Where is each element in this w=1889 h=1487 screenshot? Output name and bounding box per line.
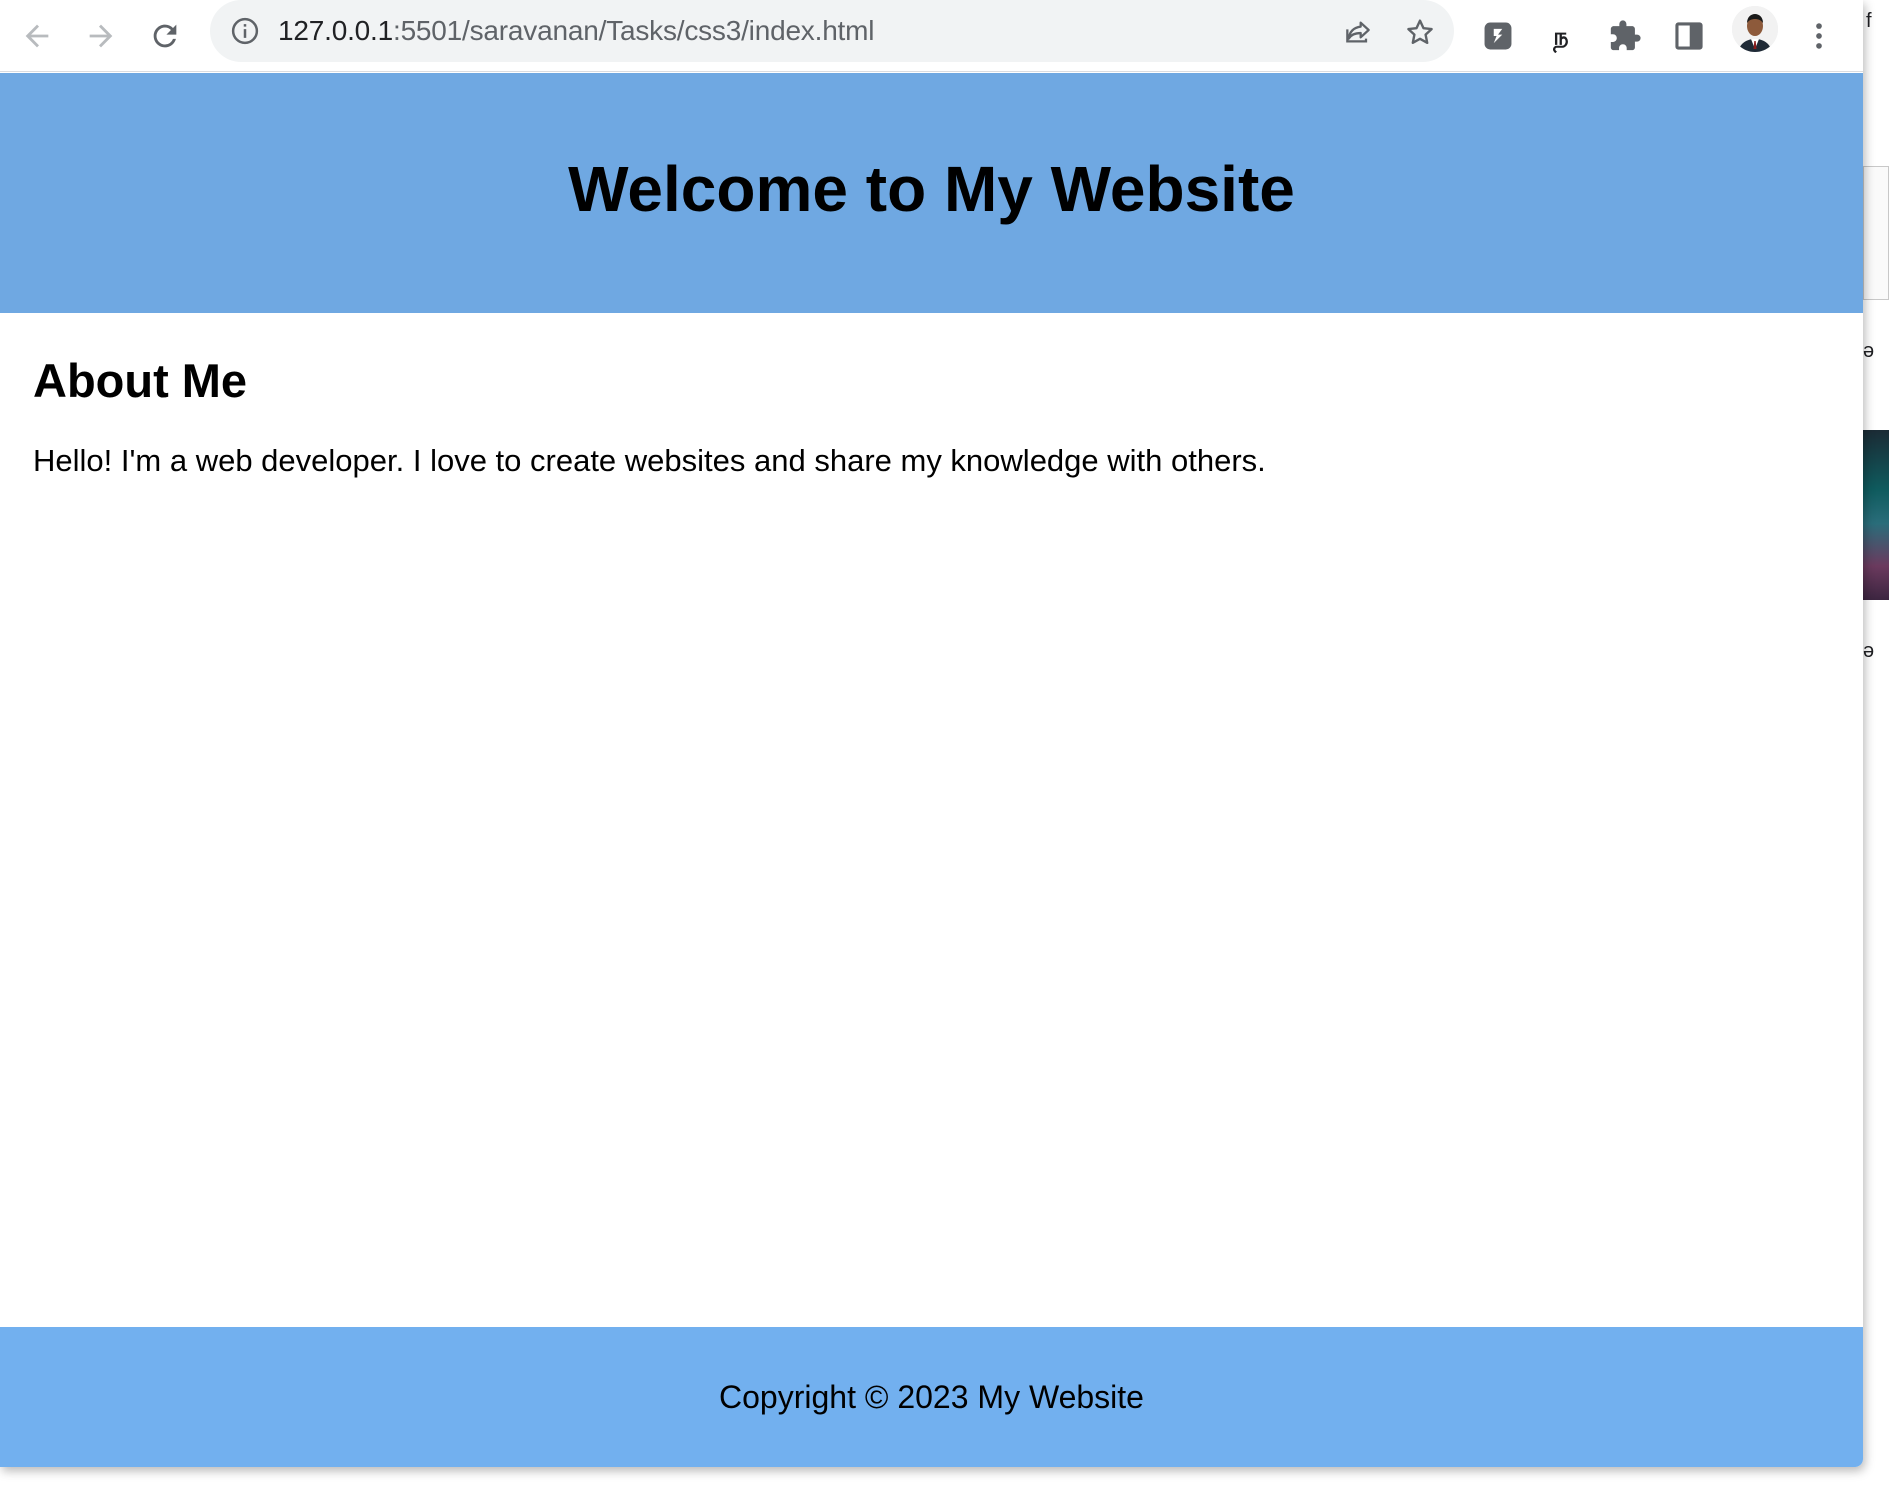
arrow-right-icon <box>89 24 113 48</box>
address-bar[interactable]: 127.0.0.1:5501/saravanan/Tasks/css3/inde… <box>210 0 1454 62</box>
extensions-menu-button[interactable] <box>1597 8 1653 64</box>
footer-copyright: Copyright © 2023 My Website <box>719 1378 1144 1415</box>
url-host: 127.0.0.1 <box>278 15 393 46</box>
background-window-text: f <box>1866 10 1872 32</box>
info-icon <box>231 17 259 45</box>
bookmark-button[interactable] <box>1398 10 1442 54</box>
background-window-thumbnail <box>1863 430 1889 600</box>
background-window-text: ə <box>1863 340 1875 362</box>
url-text[interactable]: 127.0.0.1:5501/saravanan/Tasks/css3/inde… <box>278 14 874 48</box>
share-icon <box>1346 21 1370 43</box>
desktop-scene: f ə ə 127.0.0.1:5501/saravanan/Tasks/css… <box>0 0 1889 1487</box>
back-button[interactable] <box>9 8 65 64</box>
page-title: Welcome to My Website <box>568 153 1295 225</box>
star-icon <box>1407 19 1433 44</box>
share-button[interactable] <box>1336 10 1380 54</box>
browser-toolbar: 127.0.0.1:5501/saravanan/Tasks/css3/inde… <box>0 0 1863 72</box>
svg-text:ந: ந <box>1552 23 1568 54</box>
page-viewport: Welcome to My Website About Me Hello! I'… <box>0 73 1863 1467</box>
kebab-menu-icon <box>1816 23 1822 49</box>
site-info-button[interactable] <box>228 14 262 48</box>
profile-button[interactable] <box>1732 6 1778 52</box>
side-panel-icon <box>1675 22 1703 50</box>
about-section: About Me Hello! I'm a web developer. I l… <box>33 353 1833 482</box>
forward-button[interactable] <box>73 8 129 64</box>
background-window-text: ə <box>1863 640 1875 662</box>
puzzle-icon <box>1610 20 1641 51</box>
avatar-icon <box>1732 6 1778 52</box>
reload-icon <box>153 24 177 48</box>
url-path: :5501/saravanan/Tasks/css3/index.html <box>392 15 875 46</box>
site-footer: Copyright © 2023 My Website <box>0 1327 1863 1467</box>
site-header: Welcome to My Website <box>0 73 1863 313</box>
background-window: f ə ə <box>1863 0 1889 1487</box>
background-window-card <box>1863 166 1889 300</box>
about-text: Hello! I'm a web developer. I love to cr… <box>33 443 1266 479</box>
side-panel-button[interactable] <box>1661 8 1717 64</box>
arrow-left-icon <box>25 24 49 48</box>
reload-button[interactable] <box>137 8 193 64</box>
browser-menu-button[interactable] <box>1791 8 1847 64</box>
extension-button-1[interactable] <box>1470 8 1526 64</box>
extension-badge-icon <box>1484 22 1512 50</box>
extension-button-2[interactable]: ந <box>1533 8 1589 64</box>
browser-window: 127.0.0.1:5501/saravanan/Tasks/css3/inde… <box>0 0 1863 1467</box>
about-heading: About Me <box>33 354 248 407</box>
extension-script-icon: ந <box>1552 23 1568 54</box>
